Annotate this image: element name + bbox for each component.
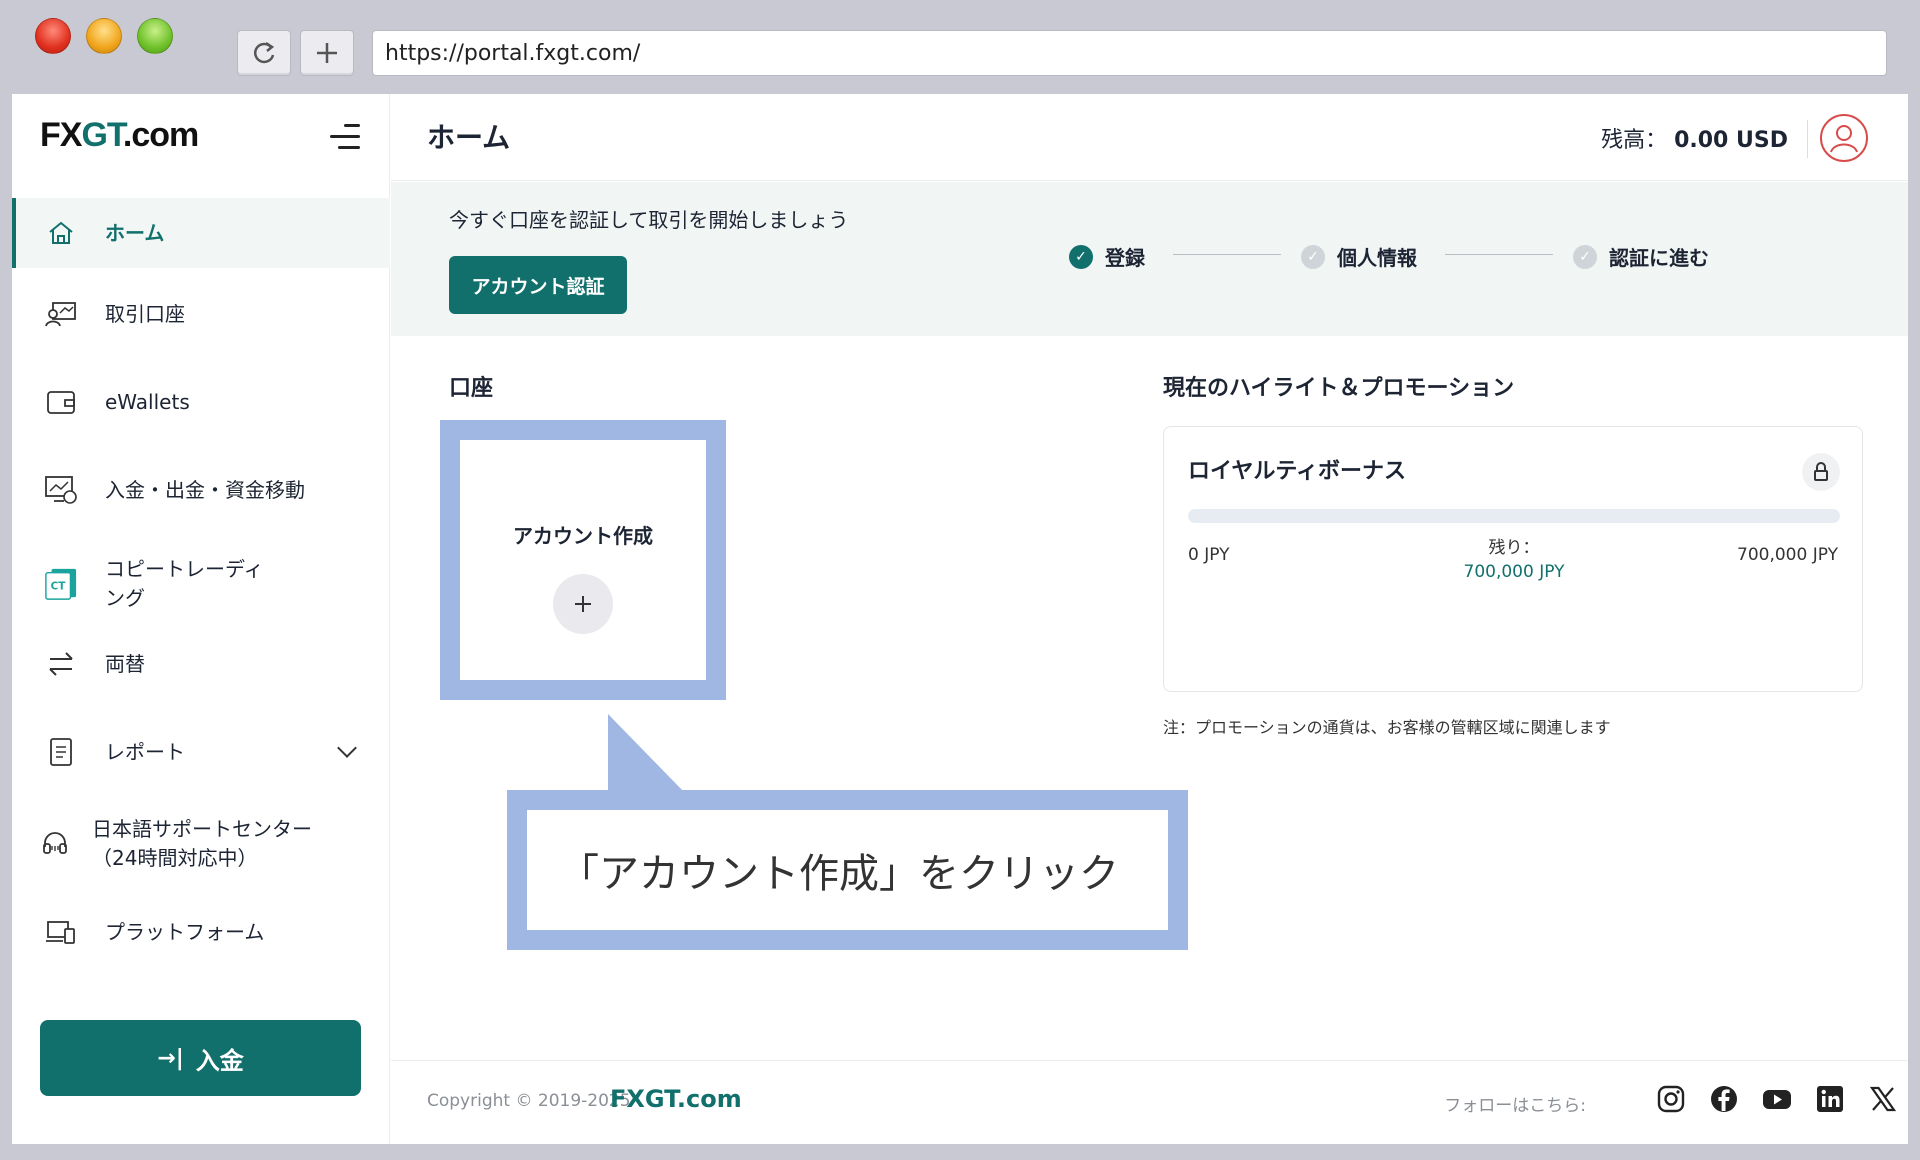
accounts-section-title: 口座: [449, 376, 494, 401]
x-icon[interactable]: [1867, 1083, 1899, 1115]
sidebar-item-platform[interactable]: プラットフォーム: [12, 902, 390, 962]
sidebar-item-copy-trading[interactable]: CT コピートレーディ ング: [12, 544, 390, 624]
copy-trading-label-line2: ング: [105, 586, 145, 610]
create-account-card[interactable]: アカウント作成: [460, 440, 706, 680]
balance-divider: [1807, 120, 1808, 158]
sidebar-item-home[interactable]: ホーム: [12, 198, 390, 268]
progress-min-label: 0 JPY: [1188, 545, 1230, 565]
app-window: FXGT.com ホーム 取引口座 eWallets 入金・出金・資金移動 CT…: [12, 94, 1908, 1144]
browser-chrome: https://portal.fxgt.com/: [0, 0, 1920, 94]
address-bar[interactable]: https://portal.fxgt.com/: [372, 30, 1887, 76]
page-title: ホーム: [427, 121, 511, 154]
linkedin-icon[interactable]: [1814, 1083, 1846, 1115]
verification-banner: 今すぐ口座を認証して取引を開始しましょう アカウント認証 ✓ 登録 ✓ 個人情報…: [391, 182, 1908, 336]
top-bar: ホーム 残高： 0.00 USD: [391, 94, 1908, 181]
close-window-button[interactable]: [35, 18, 71, 54]
progress-max-label: 700,000 JPY: [1737, 545, 1838, 565]
plus-icon: [317, 43, 337, 63]
step-register: ✓ 登録: [1069, 242, 1145, 271]
youtube-icon[interactable]: [1761, 1083, 1793, 1115]
home-icon: [44, 216, 78, 250]
sidebar-item-ewallets[interactable]: eWallets: [12, 372, 390, 432]
avatar[interactable]: [1820, 114, 1868, 162]
sidebar-item-support[interactable]: 日本語サポートセンター （24時間対応中）: [12, 804, 390, 884]
copy-trading-label-line1: コピートレーディ: [105, 557, 264, 581]
loyalty-bonus-card[interactable]: ロイヤルティボーナス 0 JPY 残り： 700,000 JPY 700,000…: [1163, 426, 1863, 692]
sidebar: FXGT.com ホーム 取引口座 eWallets 入金・出金・資金移動 CT…: [12, 94, 390, 1144]
footer-brand[interactable]: FXGT.com: [610, 1085, 742, 1113]
report-icon: [44, 735, 78, 769]
step-personal-info: ✓ 個人情報: [1301, 242, 1417, 271]
account-verify-button[interactable]: アカウント認証: [449, 256, 627, 314]
promotion-note: 注：プロモーションの通貨は、お客様の管轄区域に関連します: [1163, 718, 1611, 737]
exchange-icon: [44, 647, 78, 681]
follow-label: フォローはこちら:: [1444, 1096, 1586, 1116]
sidebar-item-reports[interactable]: レポート: [12, 722, 390, 782]
chevron-down-icon[interactable]: [337, 738, 357, 758]
user-icon: [1830, 125, 1858, 153]
support-label-line1: 日本語サポートセンター: [92, 817, 312, 841]
reload-icon: [253, 41, 275, 64]
step-verify: ✓ 認証に進む: [1573, 242, 1709, 271]
deposit-arrow-icon: →|: [157, 1045, 184, 1071]
support-label-line2: （24時間対応中）: [92, 846, 258, 870]
funds-icon: [44, 473, 78, 507]
copy-trading-icon: CT: [44, 567, 78, 601]
create-account-highlight: アカウント作成: [440, 420, 726, 700]
footer: Copyright © 2019-2025 FXGT.com フォローはこちら:: [391, 1060, 1908, 1144]
main-content: ホーム 残高： 0.00 USD 今すぐ口座を認証して取引を開始しましょう アカ…: [391, 94, 1908, 1144]
minimize-window-button[interactable]: [86, 18, 122, 54]
menu-toggle-icon[interactable]: [330, 124, 360, 152]
add-account-button[interactable]: [553, 574, 613, 634]
plus-icon: [575, 596, 591, 612]
sidebar-item-funds[interactable]: 入金・出金・資金移動: [12, 460, 390, 520]
copyright: Copyright © 2019-2025: [427, 1091, 631, 1111]
reload-button[interactable]: [237, 30, 291, 76]
trading-account-icon: [44, 297, 78, 331]
deposit-button[interactable]: →| 入金: [40, 1020, 361, 1096]
check-icon: ✓: [1301, 244, 1325, 269]
wallet-icon: [44, 385, 78, 419]
zoom-window-button[interactable]: [137, 18, 173, 54]
callout-pointer: [608, 714, 686, 794]
step-connector: [1173, 254, 1281, 255]
new-tab-button[interactable]: [300, 30, 354, 76]
bonus-progress-bar: [1188, 509, 1840, 523]
check-icon: ✓: [1069, 244, 1093, 269]
promo-card-title: ロイヤルティボーナス: [1188, 459, 1407, 484]
balance-display: 残高： 0.00 USD: [1601, 128, 1788, 153]
remaining-amount: 残り： 700,000 JPY: [1463, 538, 1565, 582]
instruction-callout: 「アカウント作成」をクリック: [507, 790, 1188, 950]
lock-icon: [1802, 453, 1840, 491]
fxgt-logo[interactable]: FXGT.com: [40, 116, 199, 155]
check-icon: ✓: [1573, 244, 1597, 269]
create-account-label: アカウント作成: [513, 524, 653, 548]
facebook-icon[interactable]: [1708, 1083, 1740, 1115]
svg-text:CT: CT: [51, 581, 67, 593]
step-connector: [1445, 254, 1553, 255]
promotions-section-title: 現在のハイライト＆プロモーション: [1163, 376, 1515, 401]
banner-text: 今すぐ口座を認証して取引を開始しましょう: [449, 208, 849, 232]
support-icon: [38, 827, 72, 861]
sidebar-item-exchange[interactable]: 両替: [12, 634, 390, 694]
callout-text: 「アカウント作成」をクリック: [527, 810, 1168, 930]
platform-icon: [44, 915, 78, 949]
sidebar-item-trading-accounts[interactable]: 取引口座: [12, 284, 390, 344]
instagram-icon[interactable]: [1655, 1083, 1687, 1115]
